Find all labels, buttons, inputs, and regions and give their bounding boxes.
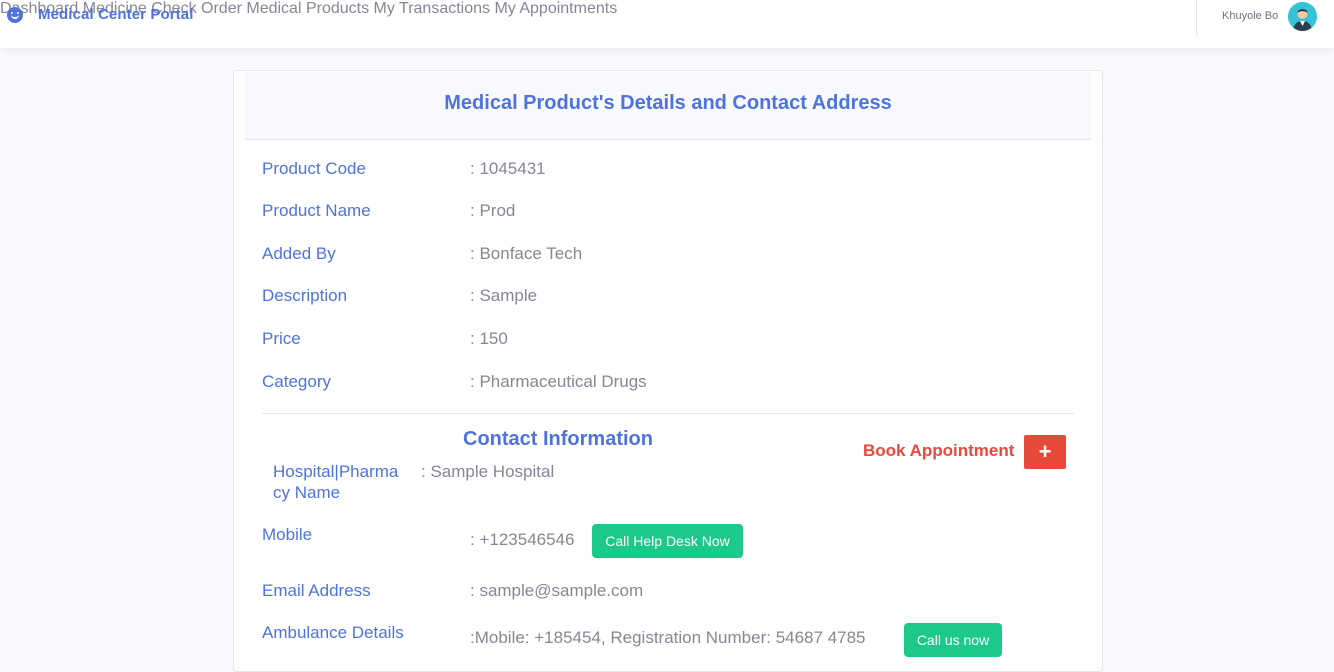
nav-order-medical-products[interactable]: Order Medical Products — [201, 0, 369, 17]
added-by-label: Added By — [262, 244, 336, 263]
mobile-value: : +123546546 — [470, 530, 575, 549]
user-avatar[interactable] — [1288, 2, 1317, 31]
category-label: Category — [262, 372, 331, 391]
smiley-icon — [7, 6, 23, 23]
call-help-desk-button[interactable]: Call Help Desk Now — [592, 524, 743, 558]
nav-my-appointments[interactable]: My Appointments — [494, 0, 617, 17]
avatar-icon — [1288, 2, 1317, 31]
description-label: Description — [262, 286, 348, 305]
product-name-value: : Prod — [470, 201, 516, 220]
brand-title: Medical Center Portal — [38, 6, 194, 23]
ambulance-details-label: Ambulance Details — [262, 623, 404, 642]
price-value: : 150 — [470, 329, 508, 348]
nav-my-transactions[interactable]: My Transactions — [374, 0, 490, 17]
card-title: Medical Product's Details and Contact Ad… — [444, 92, 892, 114]
card-header: Medical Product's Details and Contact Ad… — [245, 72, 1091, 140]
price-label: Price — [262, 329, 301, 348]
book-appointment-label[interactable]: Book Appointment — [863, 441, 1014, 461]
topbar-divider — [1196, 0, 1197, 36]
product-name-label: Product Name — [262, 201, 371, 220]
call-us-now-button[interactable]: Call us now — [904, 623, 1002, 657]
description-value: : Sample — [470, 286, 538, 305]
section-divider — [262, 413, 1074, 414]
mobile-label: Mobile — [262, 525, 313, 544]
category-value: : Pharmaceutical Drugs — [470, 372, 647, 391]
email-address-label: Email Address — [262, 581, 371, 600]
book-appointment-button[interactable]: + — [1024, 435, 1066, 469]
user-name[interactable]: Khuyole Bo — [1222, 10, 1278, 22]
top-navbar: Medical Center Portal Dashboard Medicine… — [0, 0, 1334, 48]
email-address-value: : sample@sample.com — [470, 581, 644, 600]
hospital-name-value: : Sample Hospital — [421, 462, 555, 481]
added-by-value: : Bonface Tech — [470, 244, 583, 263]
ambulance-details-value: :Mobile: +185454, Registration Number: 5… — [470, 628, 866, 647]
hospital-name-label: Hospital|Pharmacy Name — [273, 462, 399, 502]
contact-information-title: Contact Information — [463, 428, 653, 450]
brand[interactable]: Medical Center Portal — [7, 6, 193, 23]
product-code-value: : 1045431 — [470, 159, 546, 178]
product-code-label: Product Code — [262, 159, 366, 178]
product-details-card: Medical Product's Details and Contact Ad… — [233, 70, 1103, 672]
